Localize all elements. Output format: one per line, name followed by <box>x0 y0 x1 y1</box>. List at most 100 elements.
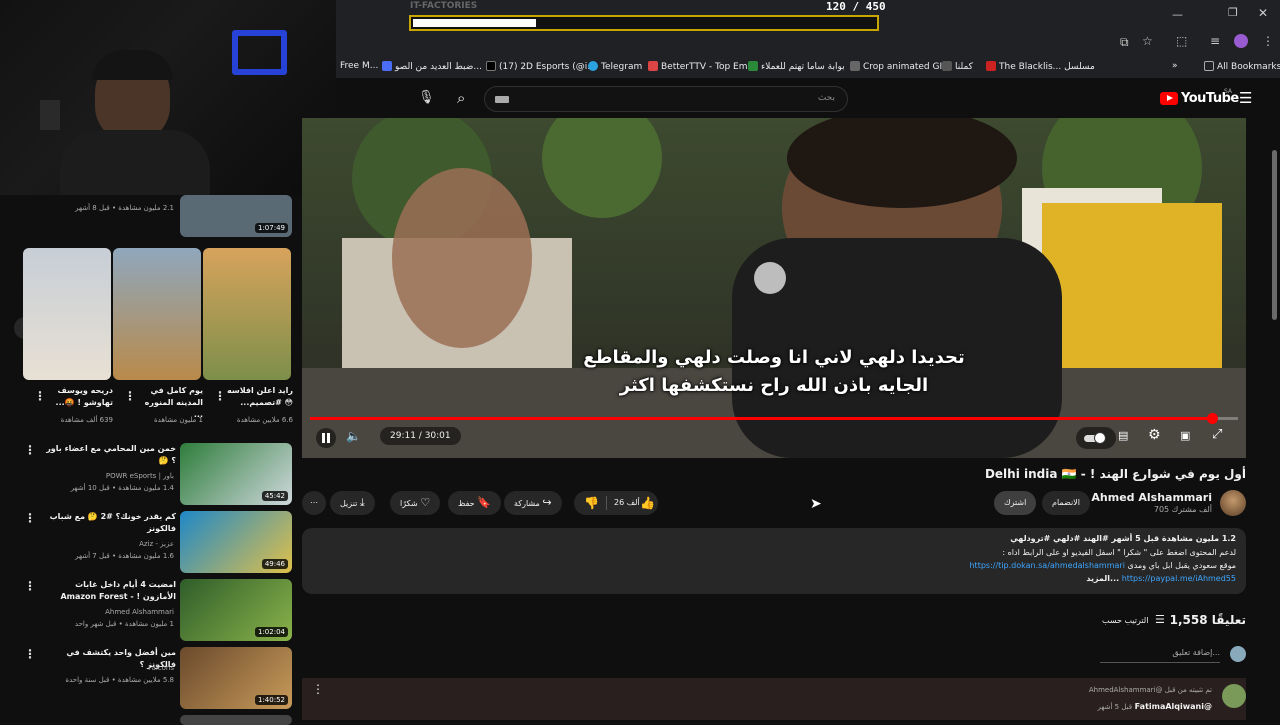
microphone-icon[interactable]: 🎙 <box>418 90 435 105</box>
bookmark-item[interactable]: Crop animated GIF <box>850 61 947 72</box>
media-icon[interactable]: ≡ <box>1210 34 1220 48</box>
short-thumbnail[interactable] <box>23 248 111 380</box>
channel-name[interactable]: عزيز - Aziz <box>139 539 174 550</box>
video-meta: 5.8 ملايين مشاهدة • قبل سنة واحدة <box>65 676 174 684</box>
volume-icon[interactable]: 🔈 <box>346 429 361 443</box>
video-title[interactable]: امضيت 4 أيام داخل غابات الأمازون ! - Ama… <box>40 579 176 603</box>
channel-name[interactable]: Ahmed Alshammari <box>105 607 174 618</box>
extensions-icon[interactable]: ⬚ <box>1176 34 1187 48</box>
bookmark-item[interactable]: The Blacklis... مسلسل <box>986 61 1095 72</box>
video-title[interactable]: خمن مين المحامي مع اعضاء باور ؟ 🤔 <box>40 443 176 467</box>
sort-icon: ☰ <box>1155 613 1165 626</box>
close-icon[interactable]: ✕ <box>1258 6 1268 20</box>
video-meta: 2.1 مليون مشاهدة • قبل 8 أشهر <box>75 204 174 212</box>
pause-icon <box>322 433 325 443</box>
bookmark-item[interactable]: (17) 2D Esports (@i... <box>486 61 596 72</box>
page-scrollbar[interactable] <box>1272 150 1277 320</box>
save-button[interactable]: حفظ 🔖 <box>448 491 501 515</box>
short-menu-icon[interactable]: ⋮ <box>124 389 136 403</box>
bookmark-item[interactable]: كملنا <box>942 61 973 72</box>
video-progress-bar[interactable] <box>310 413 1238 424</box>
short-title[interactable]: دريحه ويوسف تهاوشو ! 🤬... <box>43 385 113 409</box>
thanks-button[interactable]: شكرًا ♡ <box>390 491 441 515</box>
share-button[interactable]: مشاركة ↪ <box>504 491 562 515</box>
dislike-icon[interactable]: 👎 <box>584 491 599 515</box>
streamer-body <box>60 130 210 195</box>
bookmarks-overflow-icon[interactable]: » <box>1172 61 1178 71</box>
short-menu-icon[interactable]: ⋮ <box>214 389 226 403</box>
betterttv-icon <box>648 61 658 71</box>
video-player[interactable]: تحديدا دلهي لاني انا وصلت دلهي والمقاطع … <box>302 118 1246 458</box>
short-title[interactable]: رايد اعلن افلاسه 😳 #تصميم... <box>223 385 293 409</box>
fullscreen-icon[interactable]: ⤢ <box>1212 427 1222 442</box>
restore-icon[interactable]: ❐ <box>1228 6 1238 19</box>
download-button[interactable]: تنزيل ⤓ <box>330 491 375 515</box>
short-views: 1 مليون مشاهدة <box>153 416 203 424</box>
captions-icon[interactable]: ▤ <box>1118 429 1128 442</box>
video-menu-icon[interactable]: ⋮ <box>24 579 36 593</box>
video-thumbnail[interactable]: 49:46 <box>180 511 292 573</box>
challenge-count: 120 / 450 <box>826 0 886 13</box>
video-progress-fill <box>310 417 1213 420</box>
video-menu-icon[interactable]: ⋮ <box>24 511 36 525</box>
search-placeholder: بحث <box>817 93 835 103</box>
more-actions-button[interactable]: ⋯ <box>302 491 326 515</box>
browser-menu-icon[interactable]: ⋮ <box>1262 34 1274 48</box>
video-menu-icon[interactable]: ⋮ <box>24 647 36 661</box>
bookmark-item[interactable]: Telegram <box>588 61 642 72</box>
settings-gear-icon[interactable]: ⚙ <box>1148 427 1161 443</box>
search-icon[interactable]: ⌕ <box>457 89 465 107</box>
subscribe-button[interactable]: اشترك <box>994 491 1037 515</box>
sort-comments-button[interactable]: الترتيب حسب ☰ <box>1102 613 1165 626</box>
video-thumbnail[interactable]: 1:40:52 <box>180 647 292 709</box>
short-menu-icon[interactable]: ⋮ <box>34 389 46 403</box>
like-icon[interactable]: 👍 <box>640 491 655 515</box>
video-menu-icon[interactable]: ⋮ <box>24 443 36 457</box>
video-description[interactable]: 1.2 مليون مشاهدة قبل 5 أشهر #الهند #دلهي… <box>302 528 1246 594</box>
comment-menu-icon[interactable]: ⋮ <box>312 682 324 696</box>
video-title[interactable]: كم بقدر خونك؟ #2 🤔 مع شباب فالكونز <box>40 511 176 535</box>
short-views: 639 ألف مشاهدة <box>60 416 113 424</box>
channel-name[interactable]: Falcons <box>148 663 174 674</box>
video-thumbnail[interactable]: 45:42 <box>180 443 292 505</box>
cast-icon[interactable]: ⧉ <box>1120 35 1129 50</box>
video-subtitles: تحديدا دلهي لاني انا وصلت دلهي والمقاطع … <box>302 344 1246 400</box>
video-thumbnail[interactable]: 1:07:49 <box>180 195 292 237</box>
hamburger-menu-icon[interactable]: ☰ <box>1239 89 1252 107</box>
tip-link[interactable]: https://tip.dokan.sa/ahmedalshammari <box>969 561 1124 570</box>
search-input[interactable]: ⌕ بحث <box>457 86 848 112</box>
short-thumbnail[interactable] <box>113 248 201 380</box>
mouse-cursor: ➤ <box>810 496 822 512</box>
join-button[interactable]: الانضمام <box>1042 491 1090 515</box>
bookmark-item[interactable]: ضبط العديد من الصو... <box>382 61 482 72</box>
bookmark-icon: 🔖 <box>477 496 491 509</box>
channel-avatar[interactable] <box>1220 490 1246 516</box>
bookmark-icon <box>748 61 758 71</box>
autoplay-toggle[interactable] <box>1076 427 1116 449</box>
bookmark-item[interactable]: Free M... <box>340 61 378 71</box>
channel-name[interactable]: باور | POWR eSports <box>106 471 174 482</box>
paypal-link[interactable]: https://paypal.me/iAhmed55 <box>1122 574 1236 583</box>
subscriber-count: 705 ألف مشترك <box>1153 505 1212 514</box>
miniplayer-icon[interactable]: ▣ <box>1180 429 1190 442</box>
show-more-button[interactable]: ...المزيد <box>1086 574 1119 583</box>
video-meta: 1.6 مليون مشاهدة • قبل 7 أشهر <box>75 552 174 560</box>
subtitle-line-2: الجايه باذن الله راح نستكشفها اكثر <box>619 375 929 396</box>
all-bookmarks[interactable]: All Bookmarks <box>1204 61 1280 72</box>
pause-button[interactable] <box>316 428 336 448</box>
bookmark-item[interactable]: BetterTTV - Top Em... <box>648 61 756 72</box>
bookmark-item[interactable]: بوابة ساما تهتم للعملاء <box>748 61 845 72</box>
channel-name[interactable]: ✔Ahmed Alshammari <box>1082 491 1212 504</box>
youtube-logo-icon[interactable] <box>1160 92 1178 105</box>
add-comment-input[interactable]: إضافة تعليق... <box>1100 648 1220 657</box>
video-scrubber-handle[interactable] <box>1207 413 1219 424</box>
profile-avatar[interactable] <box>1234 34 1248 48</box>
video-thumbnail[interactable] <box>180 715 292 725</box>
like-count[interactable]: 26 ألف <box>614 491 640 515</box>
description-line: لدعم المحتوى اضغط على " شكرا " اسفل الفي… <box>1002 548 1236 557</box>
video-thumbnail[interactable]: 1:02:04 <box>180 579 292 641</box>
bookmark-star-icon[interactable]: ☆ <box>1142 34 1153 48</box>
video-frame <box>302 118 1246 458</box>
minimize-icon[interactable]: — <box>1172 8 1183 21</box>
short-thumbnail[interactable] <box>203 248 291 380</box>
